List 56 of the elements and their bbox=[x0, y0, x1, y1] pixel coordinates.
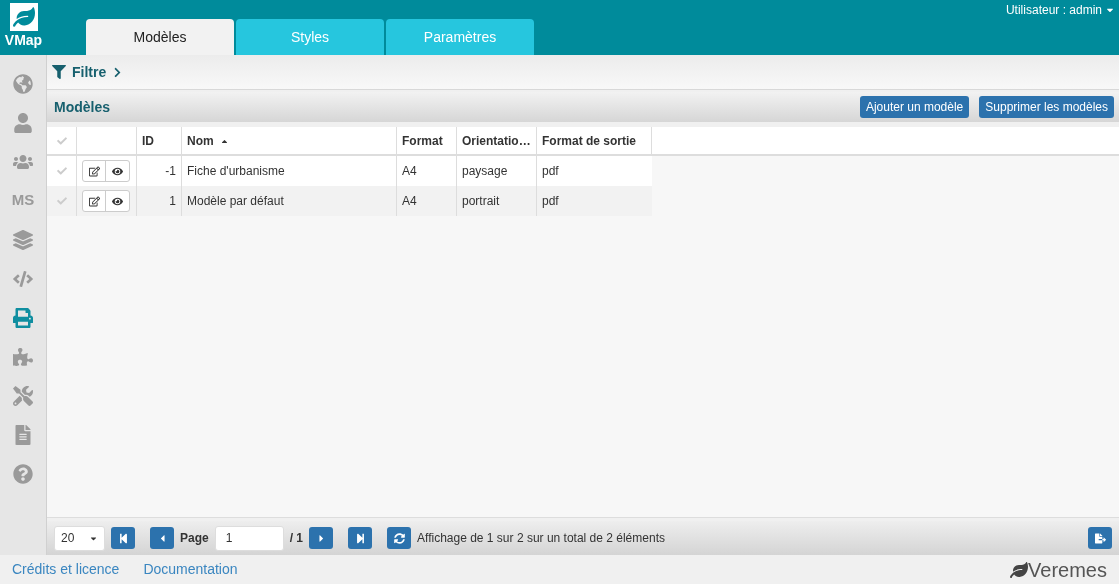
action-button[interactable]: Ajouter un modèle bbox=[859, 96, 970, 118]
export-button[interactable] bbox=[1088, 527, 1112, 549]
pager-info: Affichage de 1 sur 2 sur un total de 2 éléments bbox=[417, 530, 666, 547]
filter-toggle[interactable]: Filtre bbox=[52, 61, 124, 83]
table-cell-text: pdf bbox=[541, 163, 560, 180]
help-icon bbox=[13, 463, 33, 484]
tab[interactable]: Modèles bbox=[86, 19, 234, 55]
edit-icon bbox=[88, 195, 100, 207]
next-page-button[interactable] bbox=[309, 527, 334, 549]
check-icon bbox=[56, 135, 67, 146]
table-cell: A4 bbox=[397, 186, 457, 216]
filter-icon bbox=[52, 65, 66, 79]
code-icon bbox=[13, 268, 33, 289]
column-header[interactable]: Nom bbox=[187, 131, 214, 150]
logo-text: VMap bbox=[4, 31, 43, 49]
panel-title: Modèles bbox=[54, 97, 111, 117]
table-cell: portrait bbox=[457, 186, 537, 216]
page-total: / 1 bbox=[289, 530, 304, 547]
export-icon bbox=[1094, 532, 1106, 544]
previous-page-button[interactable] bbox=[150, 527, 174, 549]
puzzle-icon bbox=[13, 346, 33, 367]
page-field[interactable]: 1 bbox=[214, 525, 284, 551]
refresh-icon bbox=[393, 532, 405, 544]
table-cell: Modèle par défaut bbox=[182, 186, 397, 216]
eye-icon bbox=[112, 165, 123, 177]
footer-link[interactable]: Documentation bbox=[143, 559, 238, 580]
leaf-icon bbox=[1010, 560, 1029, 579]
app-logo[interactable]: VMap bbox=[0, 0, 47, 55]
last-page-icon bbox=[354, 532, 366, 544]
column-header[interactable]: Format bbox=[402, 131, 443, 150]
eye-icon bbox=[112, 195, 123, 207]
first-page-button[interactable] bbox=[111, 527, 135, 549]
document-icon bbox=[13, 424, 33, 445]
page-label: Page bbox=[180, 530, 209, 547]
user-menu[interactable]: Utilisateur : admin bbox=[1005, 1, 1115, 19]
printer-icon bbox=[13, 307, 33, 328]
page-size-select[interactable]: 20 bbox=[54, 525, 105, 551]
check-icon bbox=[56, 166, 67, 176]
action-button[interactable]: Supprimer les modèles bbox=[979, 96, 1114, 118]
globe-icon bbox=[13, 73, 33, 94]
edit-icon bbox=[88, 165, 100, 177]
column-header[interactable]: ID bbox=[142, 131, 154, 150]
brand-logo: Veremes bbox=[1010, 559, 1107, 580]
footer-link[interactable]: Crédits et licence bbox=[12, 559, 120, 580]
table-cell: 1 bbox=[137, 186, 182, 216]
first-page-icon bbox=[117, 532, 129, 544]
check-icon bbox=[56, 196, 67, 206]
column-header[interactable]: Format de sortie bbox=[542, 131, 637, 150]
leaf-icon bbox=[9, 3, 38, 31]
refresh-button[interactable] bbox=[387, 527, 412, 549]
column-header[interactable]: Orientatio… bbox=[462, 131, 531, 150]
last-page-button[interactable] bbox=[348, 527, 373, 549]
tools-icon bbox=[13, 385, 33, 406]
layers-icon bbox=[13, 229, 33, 250]
user-icon bbox=[13, 112, 33, 133]
table-cell-text: pdf bbox=[541, 193, 560, 210]
